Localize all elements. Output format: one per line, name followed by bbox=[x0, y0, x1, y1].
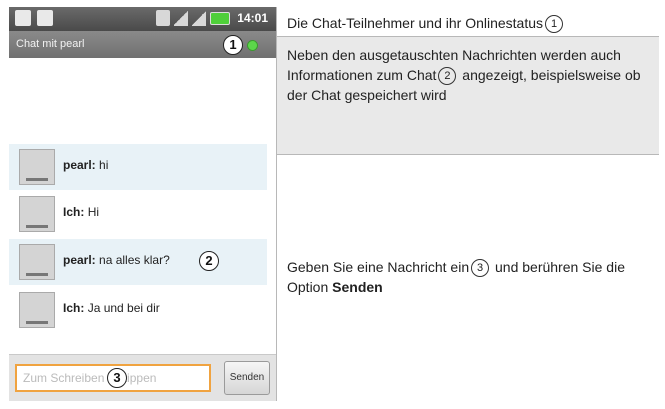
wifi-signal-icon bbox=[192, 10, 207, 26]
message-row: Ich: Ja und bei dir bbox=[9, 287, 267, 333]
message-row: pearl: na alles klar? 2 bbox=[9, 239, 267, 285]
notification-icon bbox=[37, 10, 53, 26]
message-row: Ich: Hi bbox=[9, 191, 267, 237]
description-row-2: Neben den ausgetauschten Nachrichten wer… bbox=[277, 37, 659, 155]
callout-1: 1 bbox=[223, 35, 243, 55]
sd-card-icon bbox=[156, 10, 171, 26]
avatar-icon bbox=[19, 292, 55, 328]
message-sender: pearl: bbox=[63, 253, 96, 267]
description-row-3: Geben Sie eine Nachricht ein 3 und berühr… bbox=[277, 155, 659, 401]
description-text: Die Chat-Teilnehmer und ihr Onlinestatus bbox=[287, 15, 544, 31]
online-status-icon bbox=[247, 40, 258, 51]
phone-screen: 14:01 Chat mit pearl 1 pearl: hi Ich: Hi… bbox=[9, 7, 277, 401]
message-sender: pearl: bbox=[63, 158, 96, 172]
message-composer: Zum Schreiben eintippen 3 Senden bbox=[9, 354, 276, 401]
send-option-label: Senden bbox=[332, 279, 383, 296]
message-sender: Ich: bbox=[63, 205, 85, 219]
description-row-1: Die Chat-Teilnehmer und ihr Onlinestatus… bbox=[277, 7, 659, 37]
description-text: Geben Sie eine Nachricht ein bbox=[287, 259, 470, 275]
callout-3: 3 bbox=[107, 368, 127, 388]
callout-ref-3: 3 bbox=[471, 259, 490, 278]
avatar-icon bbox=[19, 244, 55, 280]
usb-icon bbox=[15, 10, 31, 26]
signal-icon bbox=[174, 10, 189, 26]
message-text: Hi bbox=[87, 205, 100, 219]
avatar-icon bbox=[19, 149, 55, 185]
battery-icon bbox=[210, 11, 231, 25]
message-text: hi bbox=[99, 158, 109, 172]
callout-ref-2: 2 bbox=[438, 67, 457, 86]
chat-title: Chat mit pearl bbox=[16, 38, 85, 50]
message-sender: Ich: bbox=[63, 301, 85, 315]
message-row: pearl: hi bbox=[9, 144, 267, 190]
message-text: Ja und bei dir bbox=[87, 301, 160, 315]
chat-title-bar: Chat mit pearl 1 bbox=[9, 31, 276, 58]
avatar-icon bbox=[19, 196, 55, 232]
callout-ref-1: 1 bbox=[545, 15, 564, 34]
status-bar: 14:01 bbox=[9, 7, 276, 31]
callout-2: 2 bbox=[199, 251, 219, 271]
message-text: na alles klar? bbox=[99, 253, 170, 267]
status-time: 14:01 bbox=[237, 11, 268, 25]
send-button[interactable]: Senden bbox=[224, 361, 270, 395]
